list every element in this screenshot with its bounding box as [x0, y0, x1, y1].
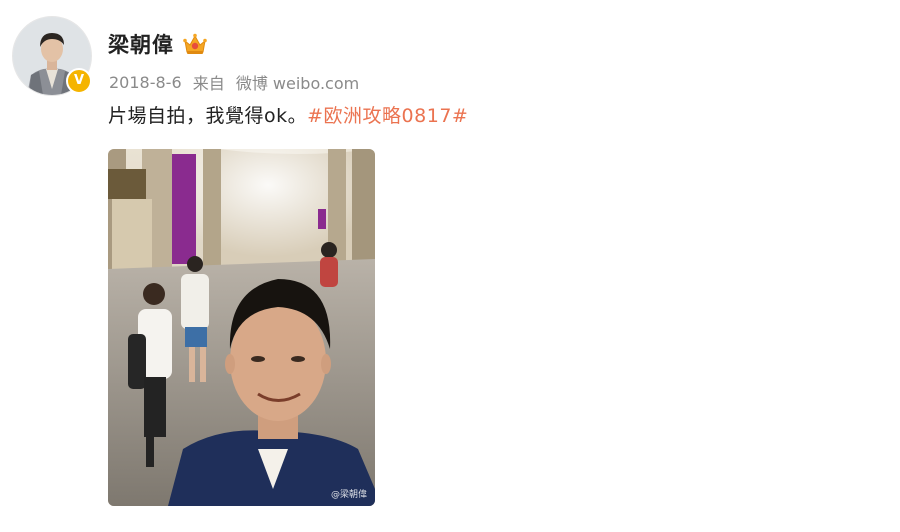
selfie-photo-image: [108, 149, 375, 506]
hashtag-link[interactable]: #欧洲攻略0817#: [307, 105, 468, 127]
username-row: 梁朝偉: [108, 28, 208, 60]
weibo-post: V 梁朝偉 2018-8-6 来自 微博 weibo.com 片場自拍，我覺得o…: [0, 0, 900, 532]
post-meta: 2018-8-6 来自 微博 weibo.com: [109, 70, 359, 94]
avatar-container[interactable]: V: [12, 16, 92, 96]
verified-icon: V: [66, 68, 92, 94]
meta-separator-2: [228, 73, 233, 92]
photo-watermark: @梁朝偉: [330, 490, 367, 500]
post-source[interactable]: 微博 weibo.com: [236, 70, 359, 94]
post-photo[interactable]: @梁朝偉: [108, 149, 375, 506]
meta-separator: [185, 73, 190, 92]
crown-badge-icon[interactable]: [182, 32, 208, 56]
post-body-text: 片場自拍，我覺得ok。: [108, 105, 308, 127]
post-date[interactable]: 2018-8-6: [109, 73, 182, 92]
post-content: 片場自拍，我覺得ok。#欧洲攻略0817#: [108, 101, 468, 128]
username[interactable]: 梁朝偉: [108, 29, 174, 59]
source-prefix: 来自: [192, 74, 225, 93]
